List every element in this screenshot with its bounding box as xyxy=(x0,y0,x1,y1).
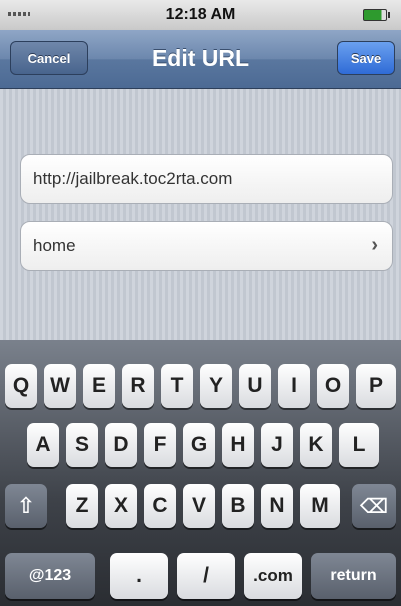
key-q[interactable]: Q xyxy=(5,364,37,408)
key-k[interactable]: K xyxy=(300,423,332,467)
save-button[interactable]: Save xyxy=(337,41,395,75)
form-area: http://jailbreak.toc2rta.com home › xyxy=(0,89,401,340)
key-e[interactable]: E xyxy=(83,364,115,408)
keyboard: Q W E R T Y U I O P A S D F G H J K L ⇧ … xyxy=(0,340,401,606)
key-j[interactable]: J xyxy=(261,423,293,467)
key-d[interactable]: D xyxy=(105,423,137,467)
key-g[interactable]: G xyxy=(183,423,215,467)
home-label: home xyxy=(33,236,76,255)
numbers-mode-key[interactable]: @123 xyxy=(5,553,95,599)
key-r[interactable]: R xyxy=(122,364,154,408)
key-slash[interactable]: / xyxy=(177,553,235,599)
key-t[interactable]: T xyxy=(161,364,193,408)
key-v[interactable]: V xyxy=(183,484,215,528)
navigation-bar: Cancel Edit URL Save xyxy=(0,30,401,89)
key-o[interactable]: O xyxy=(317,364,349,408)
key-h[interactable]: H xyxy=(222,423,254,467)
chevron-right-icon: › xyxy=(371,234,378,256)
key-x[interactable]: X xyxy=(105,484,137,528)
key-m[interactable]: M xyxy=(300,484,340,528)
battery-icon xyxy=(363,9,390,21)
key-b[interactable]: B xyxy=(222,484,254,528)
key-l[interactable]: L xyxy=(339,423,379,467)
key-a[interactable]: A xyxy=(27,423,59,467)
url-field[interactable]: http://jailbreak.toc2rta.com xyxy=(20,154,393,204)
return-key[interactable]: return xyxy=(311,553,396,599)
key-y[interactable]: Y xyxy=(200,364,232,408)
backspace-key[interactable]: ⌫ xyxy=(352,484,396,528)
key-u[interactable]: U xyxy=(239,364,271,408)
key-i[interactable]: I xyxy=(278,364,310,408)
key-n[interactable]: N xyxy=(261,484,293,528)
shift-key[interactable]: ⇧ xyxy=(5,484,47,528)
key-dot[interactable]: . xyxy=(110,553,168,599)
key-w[interactable]: W xyxy=(44,364,76,408)
status-bar: 12:18 AM xyxy=(0,0,401,30)
url-value: http://jailbreak.toc2rta.com xyxy=(33,169,233,188)
home-row[interactable]: home › xyxy=(20,221,393,271)
key-z[interactable]: Z xyxy=(66,484,98,528)
iphone-screen: 12:18 AM Cancel Edit URL Save http://jai… xyxy=(0,0,401,606)
status-time: 12:18 AM xyxy=(165,6,236,23)
key-p[interactable]: P xyxy=(356,364,396,408)
key-dotcom[interactable]: .com xyxy=(244,553,302,599)
key-f[interactable]: F xyxy=(144,423,176,467)
key-c[interactable]: C xyxy=(144,484,176,528)
key-s[interactable]: S xyxy=(66,423,98,467)
